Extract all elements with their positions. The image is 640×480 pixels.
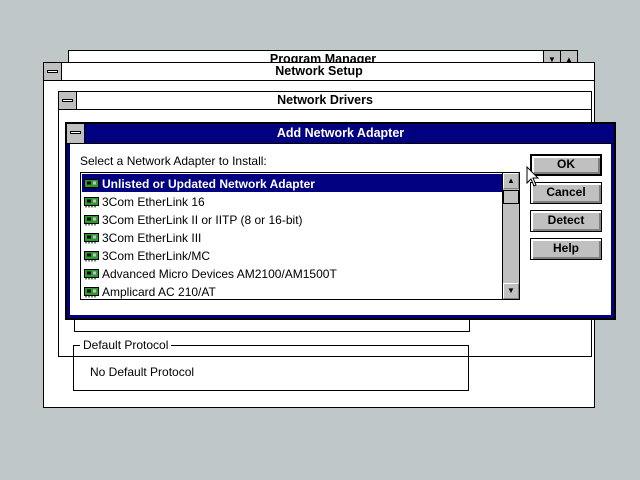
arrow-down-icon: ▼ (507, 286, 515, 295)
add-network-adapter-dialog[interactable]: Add Network Adapter Select a Network Ada… (65, 122, 616, 320)
adapter-list-item-label: Advanced Micro Devices AM2100/AM1500T (102, 266, 337, 281)
network-setup-title: Network Setup (275, 64, 363, 78)
network-setup-system-menu[interactable] (44, 63, 62, 80)
network-setup-titlebar[interactable]: Network Setup (44, 63, 594, 81)
network-drivers-titlebar[interactable]: Network Drivers (59, 92, 591, 110)
network-card-icon (84, 250, 99, 262)
detect-button[interactable]: Detect (530, 210, 602, 232)
detect-button-label: Detect (547, 213, 585, 227)
adapter-list-item-label: 3Com EtherLink II or IITP (8 or 16-bit) (102, 212, 303, 227)
scroll-thumb[interactable] (503, 190, 519, 204)
adapter-list-item[interactable]: 3Com EtherLink II or IITP (8 or 16-bit) (82, 210, 502, 228)
cancel-button-label: Cancel (546, 185, 586, 199)
adapter-list-item[interactable]: 3Com EtherLink 16 (82, 192, 502, 210)
ok-button-label: OK (557, 157, 575, 171)
adapter-list-item[interactable]: Advanced Micro Devices AM2100/AM1500T (82, 264, 502, 282)
cancel-button[interactable]: Cancel (530, 182, 602, 204)
default-protocol-value: No Default Protocol (90, 365, 195, 379)
default-protocol-legend: Default Protocol (80, 338, 172, 352)
adapter-list-item[interactable]: Amplicard AC 210/AT (82, 282, 502, 299)
arrow-up-icon: ▲ (507, 176, 515, 185)
adapter-list-item[interactable]: Unlisted or Updated Network Adapter (82, 174, 502, 192)
add-adapter-titlebar[interactable]: Add Network Adapter (67, 124, 614, 144)
network-card-icon (84, 268, 99, 280)
network-card-icon (84, 196, 99, 208)
drivers-list-remnant (74, 320, 470, 332)
help-button-label: Help (552, 241, 579, 255)
scroll-down-button[interactable]: ▼ (503, 283, 519, 299)
add-adapter-system-menu[interactable] (67, 124, 85, 143)
network-card-icon (84, 232, 99, 244)
scroll-up-button[interactable]: ▲ (503, 173, 519, 189)
network-card-icon (84, 286, 99, 298)
mouse-pointer-icon (526, 166, 540, 187)
network-card-icon (84, 178, 99, 190)
adapter-list-item-label: 3Com EtherLink III (102, 230, 202, 245)
adapter-list-item-label: 3Com EtherLink/MC (102, 248, 211, 263)
add-adapter-title: Add Network Adapter (276, 126, 405, 140)
adapter-list-item[interactable]: 3Com EtherLink III (82, 228, 502, 246)
ok-button[interactable]: OK (530, 154, 602, 176)
network-drivers-title: Network Drivers (277, 93, 373, 107)
adapter-list-item-label: Unlisted or Updated Network Adapter (102, 176, 315, 191)
adapter-list-scrollbar[interactable]: ▲ ▼ (502, 173, 519, 299)
default-protocol-group: Default Protocol No Default Protocol (73, 338, 469, 391)
adapter-listbox[interactable]: Unlisted or Updated Network Adapter 3Com … (80, 172, 520, 300)
adapter-list-item-label: 3Com EtherLink 16 (102, 194, 205, 209)
help-button[interactable]: Help (530, 238, 602, 260)
adapter-list-item-label: Amplicard AC 210/AT (102, 284, 216, 299)
network-card-icon (84, 214, 99, 226)
adapter-list-item[interactable]: 3Com EtherLink/MC (82, 246, 502, 264)
network-drivers-system-menu[interactable] (59, 92, 77, 109)
adapter-prompt-label: Select a Network Adapter to Install: (80, 154, 267, 168)
